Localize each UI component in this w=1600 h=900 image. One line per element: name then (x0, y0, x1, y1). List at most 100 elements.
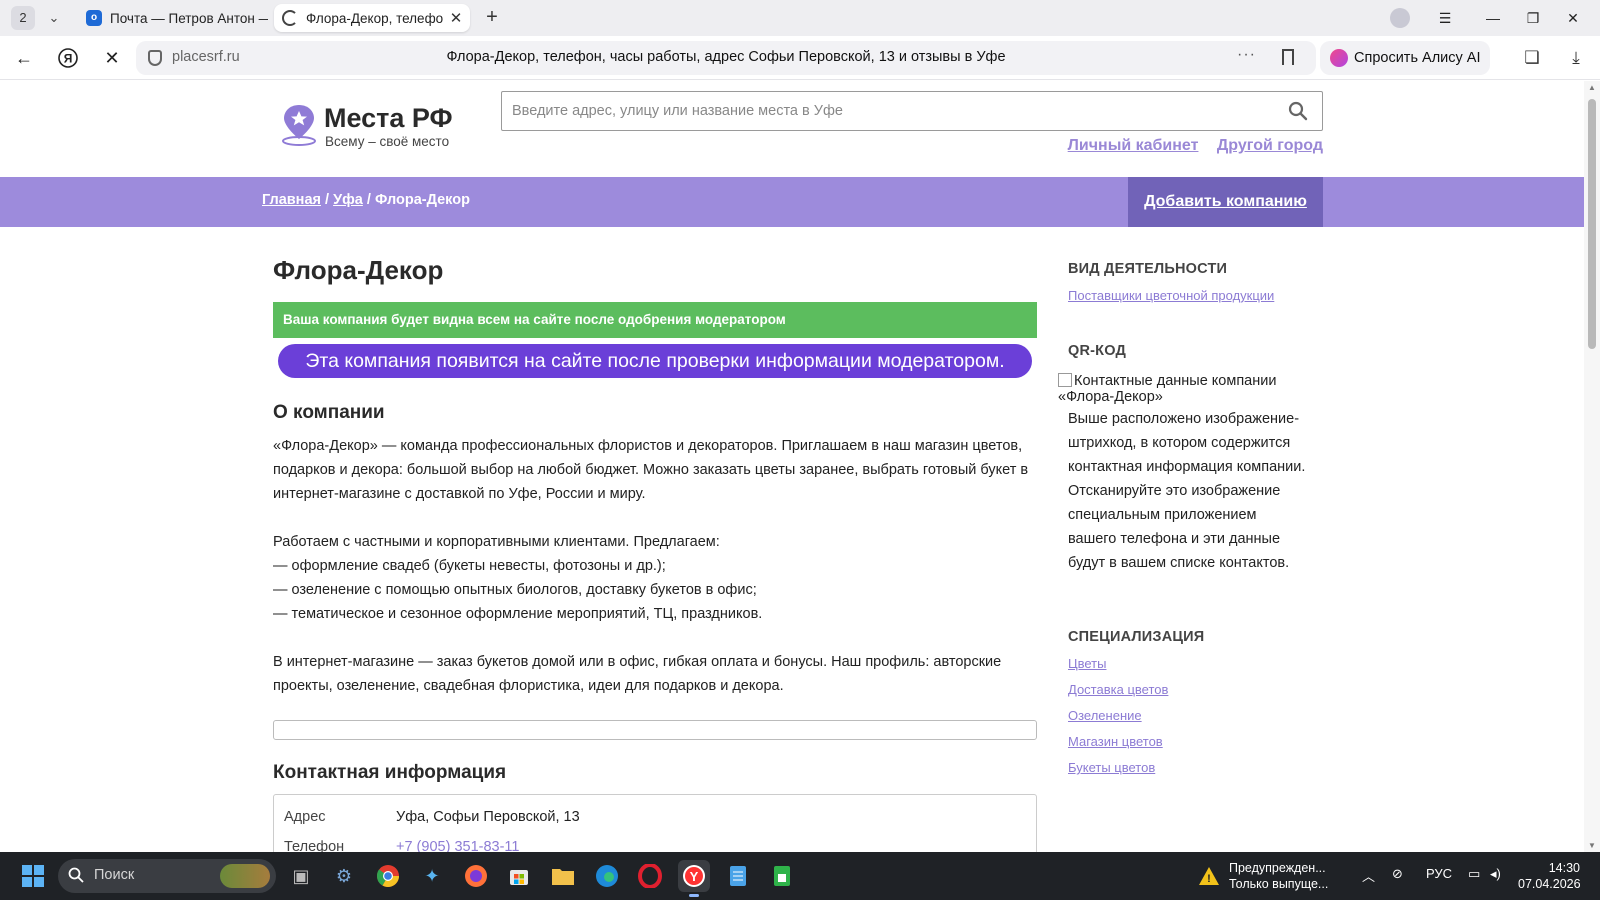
tab-mail[interactable]: o Почта — Петров Антон — (78, 4, 268, 32)
back-arrow-icon[interactable]: ← (10, 44, 38, 72)
url-field[interactable]: placesrf.ru Флора-Декор, телефон, часы р… (136, 41, 1316, 75)
yandex-browser-icon[interactable]: Y (678, 860, 710, 897)
firefox-icon[interactable] (460, 860, 492, 892)
spec-link-shop[interactable]: Магазин цветов (1068, 734, 1308, 749)
taskbar-clock[interactable]: 14:30 07.04.2026 (1518, 860, 1581, 892)
empty-content-box (273, 720, 1037, 740)
taskbar-search-label: Поиск (94, 867, 135, 883)
active-app-indicator (689, 894, 699, 897)
restore-icon[interactable]: ❐ (1518, 6, 1548, 30)
more-dots-icon[interactable]: ··· (1237, 46, 1256, 64)
about-list-item: — озеленение с помощью опытных биологов,… (273, 582, 757, 598)
microsoft-store-icon[interactable] (503, 860, 535, 892)
close-tab-icon[interactable]: ✕ (446, 9, 466, 27)
personal-cabinet-link[interactable]: Личный кабинет (1068, 137, 1199, 154)
yandex-logo-icon[interactable]: Я (54, 44, 82, 72)
svg-text:!: ! (1207, 873, 1211, 885)
windows-start-icon[interactable] (22, 865, 44, 887)
scroll-up-arrow-icon[interactable]: ▲ (1587, 83, 1597, 92)
breadcrumb-current: Флора-Декор (374, 192, 470, 208)
about-text: «Флора-Декор» — команда профессиональных… (273, 434, 1037, 698)
site-search (501, 91, 1323, 131)
notepad-icon[interactable] (722, 860, 754, 892)
scroll-thumb[interactable] (1588, 99, 1596, 349)
about-list-item: — оформление свадеб (букеты невесты, фот… (273, 558, 666, 574)
breadcrumb-home-link[interactable]: Главная (262, 192, 321, 208)
tab-list-chevron-icon[interactable]: ⌄ (40, 6, 68, 30)
search-input[interactable] (502, 92, 1262, 130)
contact-phone-link[interactable]: +7 (905) 351-83-11 (396, 839, 519, 852)
moderation-alert-green: Ваша компания будет видна всем на сайте … (273, 302, 1037, 338)
company-title: Флора-Декор (273, 255, 444, 285)
browser-menu-icon[interactable]: ☰ (1430, 6, 1460, 30)
tab-title: Флора-Декор, телефо (306, 10, 444, 26)
breadcrumb-separator: / (362, 192, 375, 208)
search-highlight-image (220, 864, 270, 888)
add-company-button[interactable]: Добавить компанию (1128, 177, 1323, 227)
spec-link-greening[interactable]: Озеленение (1068, 708, 1308, 723)
contact-key: Телефон (284, 839, 345, 852)
ask-alice-button[interactable]: Спросить Алису AI (1320, 41, 1490, 75)
new-tab-plus-icon[interactable]: + (480, 6, 504, 30)
about-paragraph: В интернет-магазине — заказ букетов домо… (273, 654, 1002, 694)
activity-link[interactable]: Поставщики цветочной продукции (1068, 288, 1308, 303)
page-scrollbar[interactable]: ▲ ▼ (1584, 81, 1600, 852)
search-icon[interactable] (1288, 101, 1308, 121)
specialization-block: СПЕЦИАЛИЗАЦИЯ Цветы Доставка цветов Озел… (1068, 629, 1308, 775)
breadcrumb: Главная / Уфа / Флора-Декор (262, 192, 470, 208)
specialization-heading: СПЕЦИАЛИЗАЦИЯ (1068, 629, 1205, 645)
logo-subtitle: Всему – своё место (325, 134, 450, 149)
mail-icon: o (86, 10, 102, 26)
activity-block: ВИД ДЕЯТЕЛЬНОСТИ Поставщики цветочной пр… (1068, 261, 1308, 303)
network-icon[interactable]: ▭ (1468, 866, 1480, 882)
search-icon (68, 867, 84, 883)
tray-chevron-up-icon[interactable]: ︿ (1362, 866, 1375, 885)
close-window-icon[interactable]: ✕ (1558, 6, 1588, 30)
moderation-notice-purple: Эта компания появится на сайте после про… (278, 344, 1032, 378)
bookmark-icon[interactable] (1282, 49, 1294, 65)
task-view-icon[interactable]: ▣ (285, 860, 317, 892)
sidebar: ВИД ДЕЯТЕЛЬНОСТИ Поставщики цветочной пр… (1068, 261, 1308, 359)
alice-icon (1330, 49, 1348, 67)
notification-title: Предупрежден... (1229, 861, 1326, 875)
edge-icon[interactable] (591, 860, 623, 892)
photos-app-icon[interactable]: ✦ (416, 860, 448, 892)
windows-taskbar: Поиск ▣ ⚙ ✦ Y ! Предупрежден... Только в… (0, 852, 1600, 900)
file-explorer-icon[interactable] (547, 860, 579, 892)
opera-icon[interactable] (634, 860, 666, 892)
about-list-item: — тематическое и сезонное оформление мер… (273, 606, 763, 622)
tab-count-button[interactable]: 2 (11, 6, 35, 30)
tab-flora-decor[interactable]: Флора-Декор, телефо ✕ (274, 4, 470, 32)
address-bar: ← Я ✕ placesrf.ru Флора-Декор, телефон, … (0, 36, 1600, 80)
contact-address: Уфа, Софьи Перовской, 13 (396, 809, 580, 825)
breadcrumb-city-link[interactable]: Уфа (333, 192, 363, 208)
other-city-link[interactable]: Другой город (1217, 137, 1323, 154)
chrome-icon[interactable] (372, 860, 404, 892)
about-heading: О компании (273, 402, 385, 423)
taskbar-search[interactable]: Поиск (58, 859, 276, 893)
collections-icon[interactable]: ❏ (1522, 48, 1542, 68)
about-paragraph: Работаем с частными и корпоративными кли… (273, 530, 1037, 626)
volume-icon[interactable]: ◂) (1490, 866, 1501, 882)
contact-key: Адрес (284, 809, 326, 825)
spec-link-bouquets[interactable]: Букеты цветов (1068, 760, 1308, 775)
warning-icon[interactable]: ! (1198, 866, 1220, 886)
contacts-heading: Контактная информация (273, 762, 507, 783)
network-off-icon[interactable]: ⊘ (1392, 866, 1403, 882)
spreadsheet-icon[interactable] (766, 860, 798, 892)
settings-gear-icon[interactable]: ⚙ (328, 860, 360, 892)
top-links: Личный кабинет Другой город (1054, 137, 1323, 155)
spec-link-delivery[interactable]: Доставка цветов (1068, 682, 1308, 697)
minimize-icon[interactable]: — (1478, 6, 1508, 30)
spec-link-flowers[interactable]: Цветы (1068, 656, 1308, 671)
language-indicator[interactable]: РУС (1426, 866, 1452, 881)
stop-loading-icon[interactable]: ✕ (98, 44, 126, 72)
company-main: Флора-Декор Ваша компания будет видна вс… (273, 255, 1037, 852)
taskbar-notification[interactable]: Предупрежден... Только выпуще... (1229, 860, 1328, 892)
downloads-icon[interactable]: ⤓ (1566, 48, 1586, 68)
profile-avatar-icon[interactable] (1390, 8, 1410, 28)
contact-row: Адрес Уфа, Софьи Перовской, 13 (284, 809, 1026, 839)
scroll-down-arrow-icon[interactable]: ▼ (1587, 841, 1597, 850)
ask-alice-label: Спросить Алису AI (1354, 50, 1481, 66)
about-paragraph: «Флора-Декор» — команда профессиональных… (273, 438, 1029, 502)
